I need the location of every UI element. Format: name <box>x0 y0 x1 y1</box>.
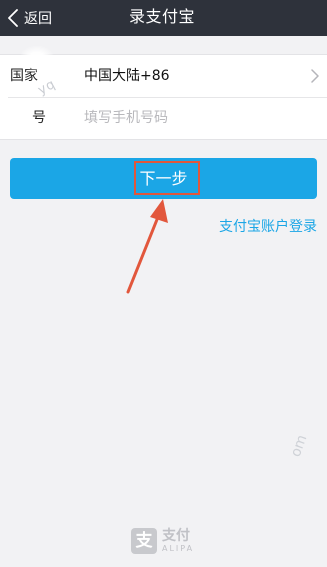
alipay-logo: 支 支付 ALIPA <box>131 528 194 554</box>
logo-text: 支付 <box>162 527 190 544</box>
logo-subtext: ALIPA <box>162 543 195 553</box>
alipay-logo-icon: 支 <box>131 528 157 554</box>
arrow-annotation-icon <box>126 199 168 294</box>
